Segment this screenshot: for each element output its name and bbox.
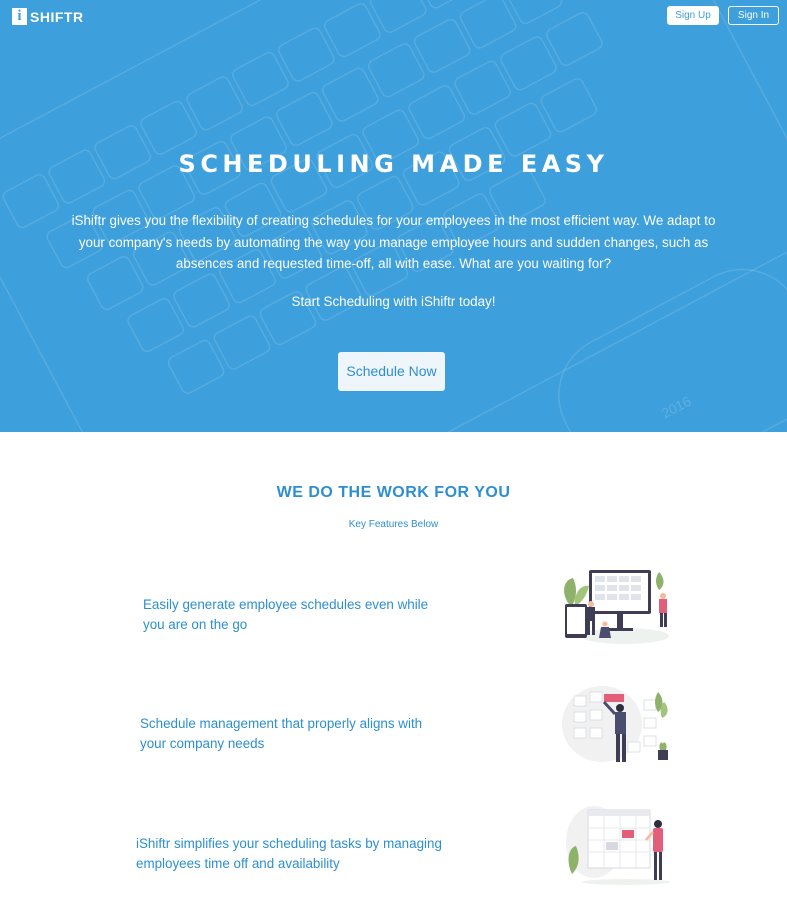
features-title: WE DO THE WORK FOR YOU xyxy=(276,484,511,501)
logo[interactable]: i SHIFTR xyxy=(12,8,84,25)
background-year-text: 2016 xyxy=(659,393,694,422)
board-planning-illustration xyxy=(562,686,668,762)
hero-cta-text: Start Scheduling with iShiftr today! xyxy=(291,294,496,309)
sign-in-button[interactable]: Sign In xyxy=(728,6,779,25)
hero-title: SCHEDULING MADE EASY xyxy=(178,150,609,178)
feature-text-1: Easily generate employee schedules even … xyxy=(143,597,429,632)
devices-schedule-illustration xyxy=(564,570,669,644)
calendar-availability-illustration xyxy=(566,806,670,885)
features-subtitle: Key Features Below xyxy=(348,519,439,530)
feature-text-3: iShiftr simplifies your scheduling tasks… xyxy=(136,836,442,871)
hero-section: 2016 i SHIFTR Sign Up Sign In SCHEDULING… xyxy=(0,0,787,432)
schedule-now-button[interactable]: Schedule Now xyxy=(338,352,445,391)
logo-text: SHIFTR xyxy=(30,8,84,25)
logo-mark-icon: i xyxy=(12,8,27,25)
hero-description: iShiftr gives you the flexibility of cre… xyxy=(71,213,716,271)
sign-up-button[interactable]: Sign Up xyxy=(667,6,719,25)
feature-text-2: Schedule management that properly aligns… xyxy=(140,716,423,751)
